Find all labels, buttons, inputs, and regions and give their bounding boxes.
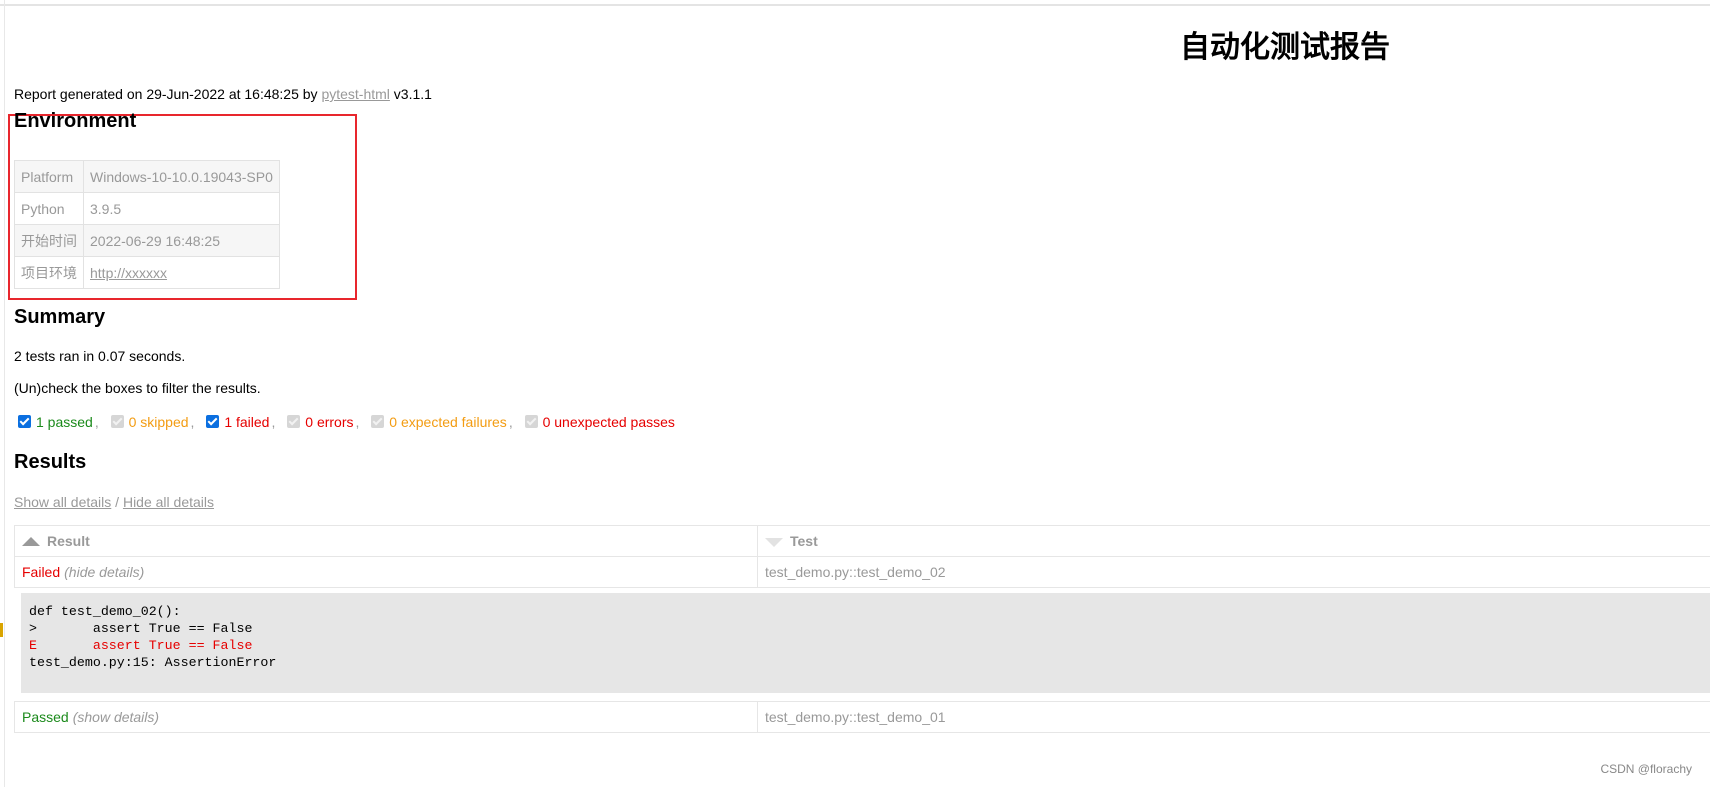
show-details-toggle[interactable]: (show details) (73, 709, 159, 725)
env-key: Python (14, 192, 84, 225)
passed-status: Passed (22, 709, 69, 725)
log-line: def test_demo_02(): (29, 604, 181, 619)
hide-details-toggle[interactable]: (hide details) (64, 564, 144, 580)
environment-table: Platform Windows-10-10.0.19043-SP0 Pytho… (14, 160, 280, 289)
log-line: test_demo.py:15: AssertionError (29, 655, 277, 670)
expected-failures-checkbox (371, 415, 385, 428)
filter-unexpected-passes: 0 unexpected passes (524, 414, 675, 430)
env-key: 项目环境 (14, 256, 84, 289)
env-value: 3.9.5 (83, 192, 280, 225)
passed-checkbox[interactable] (18, 415, 31, 428)
test-name-cell: test_demo.py::test_demo_01 (757, 702, 1710, 732)
show-all-details-link[interactable]: Show all details (14, 494, 111, 510)
skipped-checkbox (110, 415, 124, 428)
watermark: CSDN @florachy (1600, 762, 1692, 776)
sort-asc-icon (22, 537, 40, 546)
env-value: Windows-10-10.0.19043-SP0 (83, 160, 280, 193)
env-row: Python 3.9.5 (14, 192, 280, 225)
failure-log: def test_demo_02(): > assert True == Fal… (21, 593, 1710, 693)
env-row: 开始时间 2022-06-29 16:48:25 (14, 224, 280, 257)
report-generated-line: Report generated on 29-Jun-2022 at 16:48… (14, 86, 432, 102)
env-value: 2022-06-29 16:48:25 (83, 224, 280, 257)
filter-skipped: 0 skipped (110, 414, 189, 430)
failed-checkbox[interactable] (206, 415, 220, 428)
top-border (0, 4, 1710, 6)
tests-ran-text: 2 tests ran in 0.07 seconds. (14, 348, 186, 364)
filter-errors: 0 errors (287, 414, 354, 430)
env-row: Platform Windows-10-10.0.19043-SP0 (14, 160, 280, 193)
hide-all-details-link[interactable]: Hide all details (123, 494, 214, 510)
filter-failed[interactable]: 1 failed (206, 414, 269, 430)
failed-status: Failed (22, 564, 61, 580)
pytest-html-link[interactable]: pytest-html (321, 86, 389, 102)
unexpected-passes-checkbox (524, 415, 538, 428)
results-header-row: Result Test (14, 525, 1710, 557)
results-heading: Results (14, 451, 87, 473)
result-filters: 1 passed, 0 skipped, 1 failed, 0 errors,… (18, 414, 677, 430)
env-key: Platform (14, 160, 84, 193)
left-border (4, 0, 5, 787)
page-title: 自动化测试报告 (1180, 30, 1390, 65)
filter-expected-failures: 0 expected failures (371, 414, 507, 430)
table-row: Failed (hide details) test_demo.py::test_… (14, 556, 1710, 588)
sort-desc-icon (765, 538, 783, 547)
env-key: 开始时间 (14, 224, 84, 257)
log-error-line: E assert True == False (29, 638, 253, 653)
errors-checkbox (287, 415, 301, 428)
environment-heading: Environment (14, 110, 137, 132)
summary-heading: Summary (14, 306, 106, 328)
env-value: http://xxxxxx (83, 256, 280, 289)
result-column-header[interactable]: Result (14, 526, 757, 556)
generated-prefix: Report generated on 29-Jun-2022 at 16:48… (14, 86, 322, 102)
result-cell: Failed (hide details) (14, 557, 757, 587)
details-links: Show all details / Hide all details (14, 494, 214, 510)
generated-suffix: v3.1.1 (389, 86, 432, 102)
links-divider: / (115, 494, 120, 510)
filter-hint-text: (Un)check the boxes to filter the result… (14, 380, 261, 396)
env-row: 项目环境 http://xxxxxx (14, 256, 280, 289)
table-row: Passed (show details) test_demo.py::test_… (14, 701, 1710, 733)
log-line: > assert True == False (29, 621, 253, 636)
test-name-cell: test_demo.py::test_demo_02 (757, 557, 1710, 587)
filter-passed[interactable]: 1 passed (18, 414, 93, 430)
project-env-link[interactable]: http://xxxxxx (90, 265, 167, 281)
edge-marker (0, 623, 3, 637)
result-cell: Passed (show details) (14, 702, 757, 732)
test-column-header[interactable]: Test (757, 526, 1710, 556)
